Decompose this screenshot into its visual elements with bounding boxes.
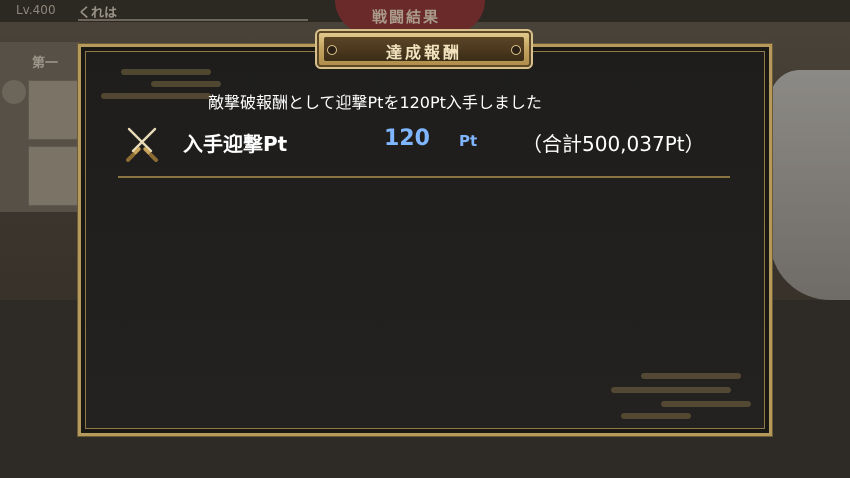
cloud-ornament xyxy=(621,413,691,419)
cloud-ornament xyxy=(641,373,741,379)
cloud-ornament xyxy=(101,93,211,99)
cloud-ornament xyxy=(611,387,731,393)
dialog-title: 達成報酬 xyxy=(385,43,462,62)
unit-card xyxy=(28,146,82,206)
crossed-swords-icon xyxy=(122,122,162,162)
cloud-ornament xyxy=(121,69,211,75)
reward-divider xyxy=(118,176,730,178)
ship-illustration xyxy=(770,70,850,300)
party-panel-title: 第一 xyxy=(32,56,59,71)
unit-card xyxy=(28,80,82,140)
reward-unit: Pt xyxy=(459,132,478,150)
player-level: Lv.400 xyxy=(16,3,56,17)
reward-value: 120 xyxy=(384,126,430,151)
cloud-ornament xyxy=(661,401,751,407)
reward-message: 敵撃破報酬として迎撃Ptを120Pt入手しました xyxy=(208,93,542,112)
exp-bar xyxy=(78,19,308,21)
cloud-ornament xyxy=(151,81,221,87)
party-emblem-icon xyxy=(2,80,26,104)
battle-result-heading: 戦闘結果 xyxy=(372,8,441,26)
reward-row: 入手迎撃Pt 120 Pt （合計500,037Pt） xyxy=(118,118,730,174)
dialog-title-plate: 達成報酬 xyxy=(317,31,531,67)
reward-label: 入手迎撃Pt xyxy=(183,132,288,156)
reward-total: （合計500,037Pt） xyxy=(522,132,705,156)
